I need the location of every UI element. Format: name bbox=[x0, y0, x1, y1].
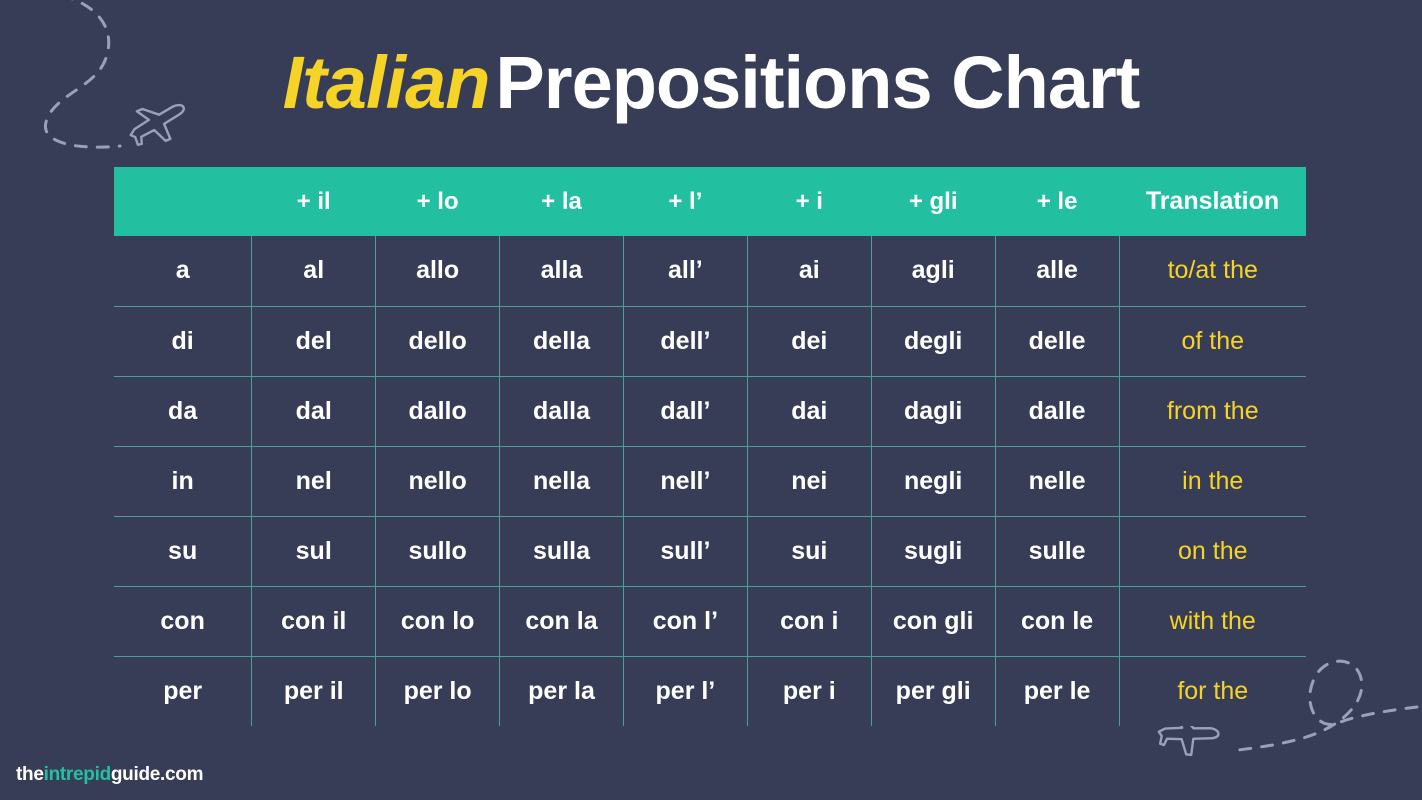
form-cell: per i bbox=[747, 656, 872, 726]
translation-cell: from the bbox=[1119, 376, 1306, 447]
form-cell: per il bbox=[251, 656, 377, 726]
form-cell: sullo bbox=[375, 516, 501, 587]
form-cell: degli bbox=[871, 306, 996, 377]
form-cell: del bbox=[251, 306, 377, 377]
form-cell: alla bbox=[499, 236, 624, 307]
form-cell: con le bbox=[995, 586, 1120, 657]
table-header-row: + il + lo + la + l’ + i + gli + le Trans… bbox=[114, 167, 1306, 236]
column-header-translation: Translation bbox=[1119, 167, 1306, 236]
preposition-cell: a bbox=[114, 236, 253, 307]
form-cell: con lo bbox=[375, 586, 501, 657]
form-cell: sulle bbox=[995, 516, 1120, 587]
form-cell: dagli bbox=[871, 376, 996, 447]
translation-cell: on the bbox=[1119, 516, 1306, 587]
site-logo[interactable]: theintrepidguide.com bbox=[16, 764, 203, 786]
preposition-cell: di bbox=[114, 306, 253, 377]
column-header-la: + la bbox=[499, 167, 624, 236]
form-cell: per lo bbox=[375, 656, 501, 726]
table-row: con con il con lo con la con l’ con i co… bbox=[114, 586, 1306, 657]
column-header-gli: + gli bbox=[871, 167, 996, 236]
preposition-cell: su bbox=[114, 516, 253, 587]
table-header: + il + lo + la + l’ + i + gli + le Trans… bbox=[114, 167, 1306, 236]
table-row: per per il per lo per la per l’ per i pe… bbox=[114, 656, 1306, 726]
preposition-cell: da bbox=[114, 376, 253, 447]
column-header-i: + i bbox=[747, 167, 872, 236]
form-cell: dalla bbox=[499, 376, 624, 447]
translation-cell: in the bbox=[1119, 446, 1306, 517]
form-cell: nell’ bbox=[623, 446, 748, 517]
form-cell: sui bbox=[747, 516, 872, 587]
column-header-lo: + lo bbox=[375, 167, 500, 236]
preposition-cell: per bbox=[114, 656, 253, 726]
form-cell: dai bbox=[747, 376, 872, 447]
prepositions-table-container: + il + lo + la + l’ + i + gli + le Trans… bbox=[114, 167, 1306, 726]
column-header-il: + il bbox=[251, 167, 376, 236]
page-title-accent: Italian bbox=[282, 41, 491, 124]
form-cell: nei bbox=[747, 446, 872, 517]
form-cell: negli bbox=[871, 446, 996, 517]
form-cell: nelle bbox=[995, 446, 1120, 517]
table-row: da dal dallo dalla dall’ dai dagli dalle… bbox=[114, 376, 1306, 447]
form-cell: per le bbox=[995, 656, 1120, 726]
form-cell: ai bbox=[747, 236, 872, 307]
column-header-blank bbox=[114, 167, 252, 236]
column-header-le: + le bbox=[995, 167, 1120, 236]
form-cell: alle bbox=[995, 236, 1120, 307]
form-cell: dal bbox=[251, 376, 377, 447]
translation-cell: with the bbox=[1119, 586, 1306, 657]
form-cell: sul bbox=[251, 516, 377, 587]
form-cell: con i bbox=[747, 586, 872, 657]
form-cell: dei bbox=[747, 306, 872, 377]
table-row: a al allo alla all’ ai agli alle to/at t… bbox=[114, 236, 1306, 307]
form-cell: per l’ bbox=[623, 656, 748, 726]
form-cell: con gli bbox=[871, 586, 996, 657]
form-cell: delle bbox=[995, 306, 1120, 377]
form-cell: dalle bbox=[995, 376, 1120, 447]
form-cell: con la bbox=[499, 586, 624, 657]
form-cell: agli bbox=[871, 236, 996, 307]
logo-guide-dot-com: guide.com bbox=[110, 764, 204, 785]
form-cell: con l’ bbox=[623, 586, 748, 657]
form-cell: allo bbox=[375, 236, 501, 307]
table-row: su sul sullo sulla sull’ sui sugli sulle… bbox=[114, 516, 1306, 587]
page-title-rest: Prepositions Chart bbox=[495, 41, 1140, 124]
table-body: a al allo alla all’ ai agli alle to/at t… bbox=[114, 236, 1306, 726]
form-cell: nella bbox=[499, 446, 624, 517]
table-row: di del dello della dell’ dei degli delle… bbox=[114, 306, 1306, 377]
form-cell: all’ bbox=[623, 236, 748, 307]
form-cell: sugli bbox=[871, 516, 996, 587]
form-cell: nel bbox=[251, 446, 377, 517]
form-cell: per la bbox=[499, 656, 624, 726]
preposition-cell: con bbox=[114, 586, 253, 657]
form-cell: dall’ bbox=[623, 376, 748, 447]
prepositions-table: + il + lo + la + l’ + i + gli + le Trans… bbox=[114, 167, 1306, 726]
form-cell: con il bbox=[251, 586, 377, 657]
form-cell: dallo bbox=[375, 376, 501, 447]
translation-cell: of the bbox=[1119, 306, 1306, 377]
form-cell: dell’ bbox=[623, 306, 748, 377]
form-cell: sull’ bbox=[623, 516, 748, 587]
form-cell: al bbox=[251, 236, 377, 307]
logo-the: the bbox=[16, 764, 44, 785]
table-row: in nel nello nella nell’ nei negli nelle… bbox=[114, 446, 1306, 517]
form-cell: nello bbox=[375, 446, 501, 517]
form-cell: sulla bbox=[499, 516, 624, 587]
translation-cell: for the bbox=[1119, 656, 1306, 726]
column-header-lapostrophe: + l’ bbox=[623, 167, 748, 236]
form-cell: per gli bbox=[871, 656, 996, 726]
translation-cell: to/at the bbox=[1119, 236, 1306, 307]
logo-intrepid: intrepid bbox=[43, 764, 112, 785]
preposition-cell: in bbox=[114, 446, 253, 517]
form-cell: della bbox=[499, 306, 624, 377]
page-title: ItalianPrepositions Chart bbox=[0, 46, 1422, 120]
form-cell: dello bbox=[375, 306, 501, 377]
